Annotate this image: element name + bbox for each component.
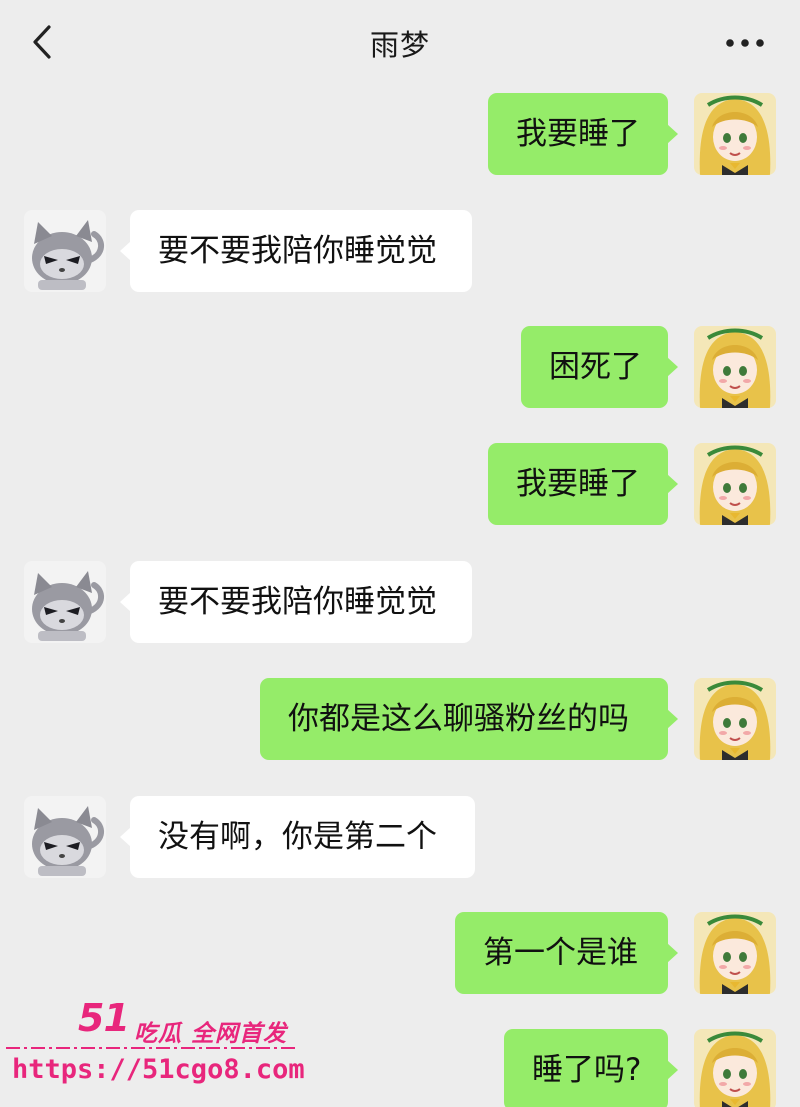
watermark-logo: 51 — [78, 996, 130, 1040]
watermark-url: https://51cgo8.com — [12, 1054, 305, 1085]
message-bubble-received[interactable]: 没有啊，你是第二个 — [120, 796, 475, 878]
chat-header: 雨梦 — [0, 0, 800, 86]
message-bubble-received[interactable]: 要不要我陪你睡觉觉 — [120, 561, 472, 643]
avatar-self[interactable] — [694, 326, 776, 408]
avatar-peer[interactable] — [24, 561, 106, 643]
message-bubble-sent[interactable]: 睡了吗? — [504, 1029, 678, 1107]
message-bubble-sent[interactable]: 我要睡了 — [488, 93, 678, 175]
avatar-self[interactable] — [694, 678, 776, 760]
message-bubble-sent[interactable]: 你都是这么聊骚粉丝的吗 — [260, 678, 678, 760]
message-bubble-received[interactable]: 要不要我陪你睡觉觉 — [120, 210, 472, 292]
avatar-self[interactable] — [694, 443, 776, 525]
message-bubble-sent[interactable]: 我要睡了 — [488, 443, 678, 525]
more-button[interactable] — [720, 26, 770, 60]
watermark-divider — [6, 1047, 296, 1049]
avatar-self[interactable] — [694, 93, 776, 175]
message-bubble-sent[interactable]: 第一个是谁 — [455, 912, 678, 994]
watermark-slogan: 吃瓜 全网首发 — [134, 1021, 288, 1047]
chat-screen: 雨梦 我要睡了 要不要我陪你睡觉觉 困死了 我要睡了 要不要我陪你睡觉觉 你都是… — [0, 0, 800, 1107]
message-bubble-sent[interactable]: 困死了 — [521, 326, 678, 408]
avatar-self[interactable] — [694, 912, 776, 994]
avatar-peer[interactable] — [24, 796, 106, 878]
avatar-self[interactable] — [694, 1029, 776, 1107]
more-dots-icon — [726, 39, 764, 47]
watermark: 51 吃瓜 全网首发 https://51cgo8.com — [6, 994, 336, 1104]
chat-title: 雨梦 — [369, 28, 430, 62]
avatar-peer[interactable] — [24, 210, 106, 292]
